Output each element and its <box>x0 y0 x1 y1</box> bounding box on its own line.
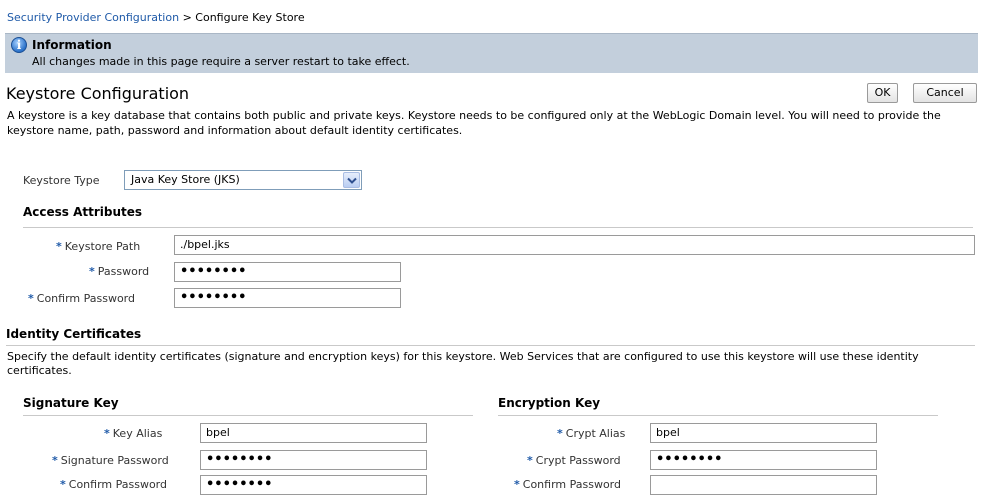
password-label: * Password <box>89 265 150 278</box>
identity-certificates-description: Specify the default identity certificate… <box>7 350 919 377</box>
breadcrumb-link-security-provider[interactable]: Security Provider Configuration <box>7 11 179 24</box>
breadcrumb-separator: > <box>182 11 192 24</box>
keystore-path-input[interactable]: ./bpel.jks <box>174 235 975 255</box>
access-attributes-heading: Access Attributes <box>23 205 143 219</box>
information-title: Information <box>32 38 112 52</box>
information-banner: i Information All changes made in this p… <box>5 33 978 73</box>
information-message: All changes made in this page require a … <box>32 55 410 68</box>
info-icon: i <box>11 37 27 53</box>
identity-certificates-divider <box>6 345 975 346</box>
key-alias-label: * Key Alias <box>104 427 163 440</box>
signature-password-label: * Signature Password <box>52 454 169 467</box>
crypt-confirm-password-input[interactable] <box>650 475 877 495</box>
key-alias-input[interactable]: bpel <box>200 423 427 443</box>
ok-button[interactable]: OK <box>867 83 898 103</box>
required-marker: * <box>56 240 62 253</box>
signature-key-divider <box>23 415 473 416</box>
keystore-type-label: Keystore Type <box>23 174 100 187</box>
cancel-button[interactable]: Cancel <box>913 83 977 103</box>
encryption-key-heading: Encryption Key <box>498 396 601 410</box>
signature-confirm-password-input[interactable]: •••••••• <box>200 475 427 495</box>
crypt-alias-input[interactable]: bpel <box>650 423 877 443</box>
confirm-password-input[interactable]: •••••••• <box>174 288 401 308</box>
encryption-key-divider <box>498 415 938 416</box>
signature-password-input[interactable]: •••••••• <box>200 450 427 470</box>
keystore-type-select[interactable]: Java Key Store (JKS) <box>124 170 362 190</box>
keystore-path-label: * Keystore Path <box>56 240 141 253</box>
crypt-alias-label: * Crypt Alias <box>557 427 626 440</box>
crypt-confirm-password-label: * Confirm Password <box>514 478 621 491</box>
confirm-password-label: * Confirm Password <box>28 292 135 305</box>
identity-certificates-heading: Identity Certificates <box>6 327 142 341</box>
page-title: Keystore Configuration <box>6 84 190 103</box>
crypt-password-input[interactable]: •••••••• <box>650 450 877 470</box>
password-input[interactable]: •••••••• <box>174 262 401 282</box>
page-description: A keystore is a key database that contai… <box>7 109 941 137</box>
keystore-type-value: Java Key Store (JKS) <box>131 173 240 186</box>
chevron-down-icon[interactable] <box>343 172 360 188</box>
access-attributes-divider <box>23 227 973 228</box>
breadcrumb-current: Configure Key Store <box>195 11 305 24</box>
crypt-password-label: * Crypt Password <box>527 454 621 467</box>
signature-key-heading: Signature Key <box>23 396 119 410</box>
signature-confirm-password-label: * Confirm Password <box>60 478 167 491</box>
breadcrumb: Security Provider Configuration > Config… <box>7 11 305 24</box>
